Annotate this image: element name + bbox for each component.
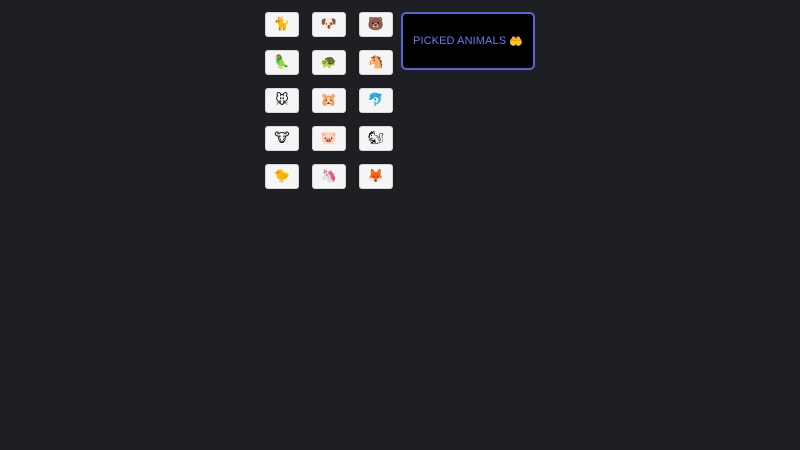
animal-tile-chick[interactable]: 🐤 [265, 164, 299, 189]
unicorn-icon: 🦄 [320, 169, 338, 184]
animal-tile-dolphin[interactable]: 🐬 [359, 88, 393, 113]
animal-tile-hamster[interactable]: 🐹 [312, 88, 346, 113]
parrot-icon: 🦜 [273, 55, 291, 70]
animal-tile-fox[interactable]: 🦊 [359, 164, 393, 189]
picked-animals-label: PICKED ANIMALS [413, 35, 507, 47]
chick-icon: 🐤 [273, 169, 291, 184]
dog-icon: 🐶 [320, 17, 338, 32]
mouse-icon: 🐭 [275, 93, 289, 108]
horse-icon: 🐴 [367, 55, 385, 70]
animal-grid: 🐈 🐶 🐻 🦜 🐢 🐴 🐭 🐹 🐬 🐮 🐷 🐿 🐤 🦄 🦊 [265, 12, 393, 189]
hamster-icon: 🐹 [320, 93, 338, 108]
turtle-icon: 🐢 [320, 55, 338, 70]
animal-tile-parrot[interactable]: 🦜 [265, 50, 299, 75]
dolphin-icon: 🐬 [367, 93, 385, 108]
animal-tile-horse[interactable]: 🐴 [359, 50, 393, 75]
animal-tile-chipmunk[interactable]: 🐿 [359, 126, 393, 151]
animal-tile-cat[interactable]: 🐈 [265, 12, 299, 37]
animal-tile-unicorn[interactable]: 🦄 [312, 164, 346, 189]
animal-tile-cow[interactable]: 🐮 [265, 126, 299, 151]
cat-icon: 🐈 [273, 17, 291, 32]
fox-icon: 🦊 [367, 169, 385, 184]
app-root: 🐈 🐶 🐻 🦜 🐢 🐴 🐭 🐹 🐬 🐮 🐷 🐿 🐤 🦄 🦊 PICKED ANIMALS 🤲 [0, 0, 800, 450]
chipmunk-icon: 🐿 [367, 131, 385, 146]
bear-icon: 🐻 [367, 17, 385, 32]
pig-icon: 🐷 [320, 131, 338, 146]
animal-tile-dog[interactable]: 🐶 [312, 12, 346, 37]
animal-tile-bear[interactable]: 🐻 [359, 12, 393, 37]
animal-tile-mouse[interactable]: 🐭 [265, 88, 299, 113]
animal-tile-turtle[interactable]: 🐢 [312, 50, 346, 75]
cow-icon: 🐮 [274, 131, 290, 146]
picked-animals-dropzone[interactable]: PICKED ANIMALS 🤲 [401, 12, 535, 70]
open-hands-icon: 🤲 [509, 35, 523, 48]
animal-tile-pig[interactable]: 🐷 [312, 126, 346, 151]
